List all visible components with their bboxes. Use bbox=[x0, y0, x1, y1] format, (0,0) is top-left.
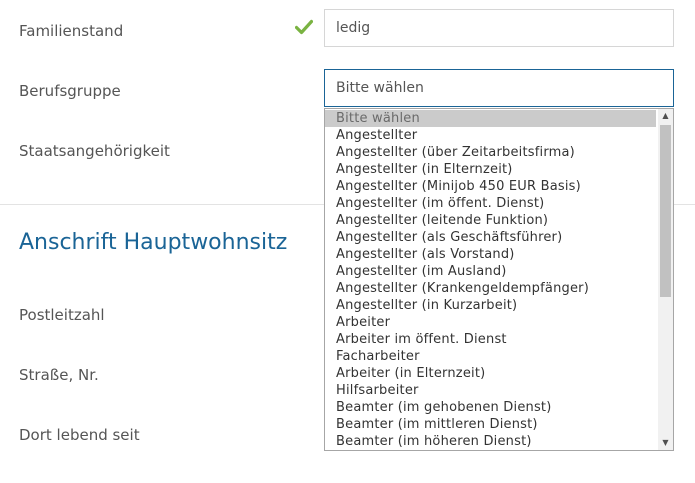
dropdown-option[interactable]: Arbeiter (in Elternzeit) bbox=[325, 365, 656, 382]
dropdown-option[interactable]: Hilfsarbeiter bbox=[325, 382, 656, 399]
dropdown-option[interactable]: Beamter (im höheren Dienst) bbox=[325, 433, 656, 450]
dropdown-option[interactable]: Facharbeiter bbox=[325, 348, 656, 365]
dropdown-option[interactable]: Arbeiter bbox=[325, 314, 656, 331]
dropdown-option[interactable]: Angestellter (im öffent. Dienst) bbox=[325, 195, 656, 212]
dort-lebend-seit-label: Dort lebend seit bbox=[19, 426, 140, 444]
dropdown-option[interactable]: Angestellter (in Elternzeit) bbox=[325, 161, 656, 178]
dropdown-option[interactable]: Beamter (im mittleren Dienst) bbox=[325, 416, 656, 433]
dropdown-scrollbar[interactable]: ▲ ▼ bbox=[658, 109, 673, 450]
dropdown-option[interactable]: Beamter (im gehobenen Dienst) bbox=[325, 399, 656, 416]
familienstand-field[interactable]: ledig bbox=[324, 9, 674, 47]
dropdown-option[interactable]: Angestellter (im Ausland) bbox=[325, 263, 656, 280]
postleitzahl-label: Postleitzahl bbox=[19, 306, 105, 324]
berufsgruppe-label: Berufsgruppe bbox=[19, 82, 121, 100]
dropdown-option[interactable]: Bitte wählen bbox=[325, 110, 656, 127]
berufsgruppe-select[interactable]: Bitte wählen bbox=[324, 69, 674, 107]
section-title: Anschrift Hauptwohnsitz bbox=[19, 230, 288, 255]
dropdown-option[interactable]: Angestellter (über Zeitarbeitsfirma) bbox=[325, 144, 656, 161]
dropdown-option[interactable]: Angestellter (Krankengeldempfänger) bbox=[325, 280, 656, 297]
dropdown-option[interactable]: Angestellter bbox=[325, 127, 656, 144]
arrow-down-icon[interactable]: ▼ bbox=[658, 436, 673, 450]
dropdown-option[interactable]: Angestellter (als Geschäftsführer) bbox=[325, 229, 656, 246]
scrollbar-thumb[interactable] bbox=[660, 125, 671, 297]
checkmark-icon bbox=[294, 19, 314, 35]
strasse-label: Straße, Nr. bbox=[19, 366, 99, 384]
staatsangehoerigkeit-label: Staatsangehörigkeit bbox=[19, 142, 170, 160]
dropdown-option[interactable]: Arbeiter im öffent. Dienst bbox=[325, 331, 656, 348]
dropdown-option[interactable]: Angestellter (Minijob 450 EUR Basis) bbox=[325, 178, 656, 195]
arrow-up-icon[interactable]: ▲ bbox=[658, 109, 673, 123]
dropdown-options: Bitte wählen Angestellter Angestellter (üb… bbox=[325, 110, 656, 450]
dropdown-option[interactable]: Angestellter (als Vorstand) bbox=[325, 246, 656, 263]
berufsgruppe-dropdown-list[interactable]: Bitte wählen Angestellter Angestellter (üb… bbox=[324, 108, 674, 451]
dropdown-option[interactable]: Angestellter (leitende Funktion) bbox=[325, 212, 656, 229]
dropdown-option[interactable]: Angestellter (in Kurzarbeit) bbox=[325, 297, 656, 314]
familienstand-label: Familienstand bbox=[19, 22, 124, 40]
